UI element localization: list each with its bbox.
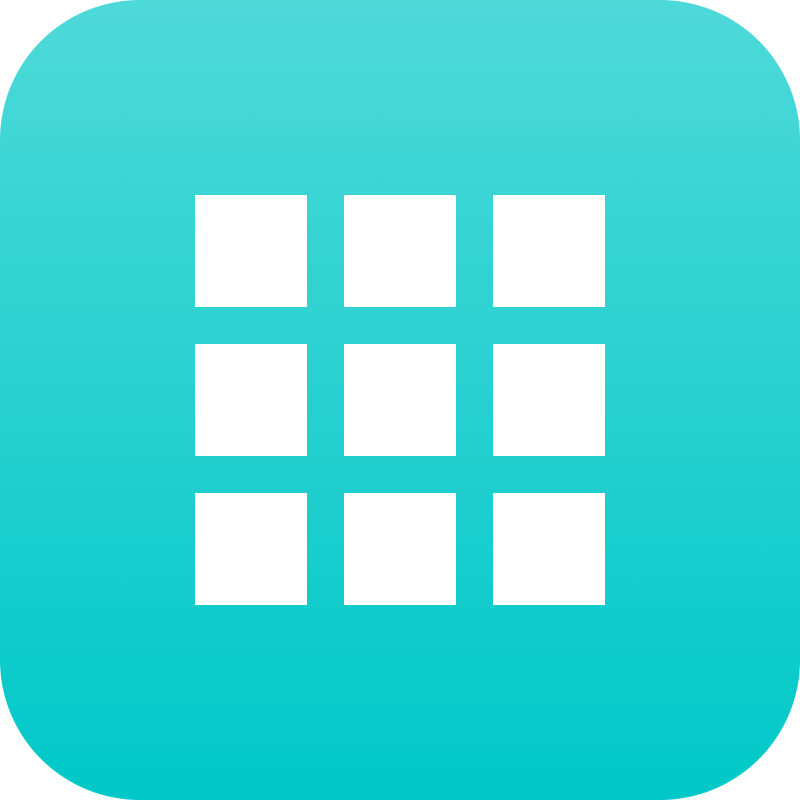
grid-icon [195,195,605,605]
grid-tile-1 [195,195,307,307]
grid-tile-9 [493,493,605,605]
grid-tile-2 [344,195,456,307]
grid-tile-6 [493,344,605,456]
grid-tile-3 [493,195,605,307]
app-icon[interactable] [0,0,800,800]
grid-tile-4 [195,344,307,456]
grid-tile-5 [344,344,456,456]
grid-tile-7 [195,493,307,605]
grid-tile-8 [344,493,456,605]
